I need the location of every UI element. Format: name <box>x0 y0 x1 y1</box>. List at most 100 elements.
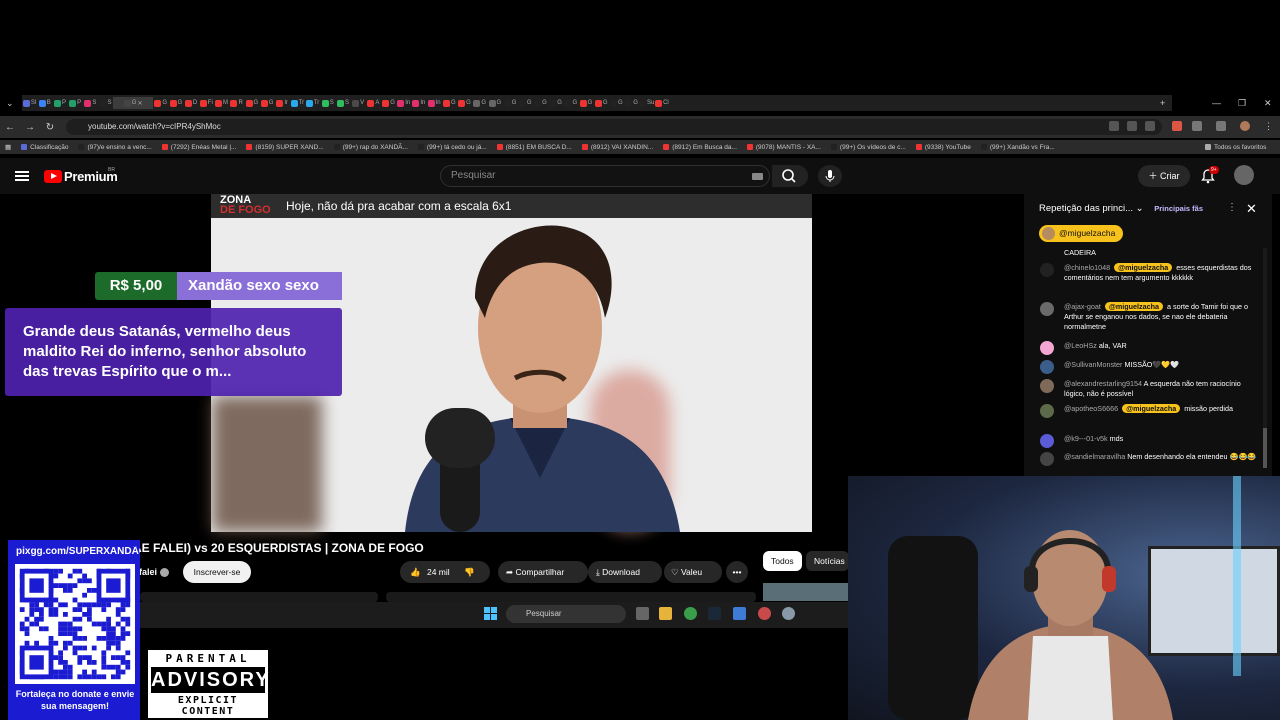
browser-tab[interactable]: V <box>351 97 366 109</box>
browser-tab[interactable]: S <box>83 97 98 109</box>
browser-tab[interactable]: Su <box>639 97 654 109</box>
bookmark-item[interactable]: (9338) YouTube <box>911 144 976 151</box>
forward-icon[interactable]: → <box>20 122 40 133</box>
chat-header[interactable]: Repetição das princi... ⌄ Principais fãs <box>1039 203 1203 214</box>
keyboard-icon[interactable] <box>752 173 763 180</box>
reload-icon[interactable]: ↻ <box>40 122 60 133</box>
chip-news[interactable]: Notícias <box>806 551 849 571</box>
bookmark-item[interactable]: (99+) rap do XANDÃ... <box>329 144 413 151</box>
browser-tab[interactable]: In <box>427 97 442 109</box>
chat-avatar[interactable] <box>1040 263 1054 277</box>
chat-username[interactable]: @chinelo1048 <box>1064 263 1112 272</box>
dislike-icon[interactable]: 👎 <box>464 567 475 577</box>
back-icon[interactable]: ← <box>0 122 20 133</box>
browser-tab[interactable]: G <box>533 97 548 109</box>
browser-tab[interactable]: S <box>335 97 350 109</box>
browser-tab[interactable]: Sl <box>22 97 37 109</box>
browser-tab[interactable]: Tr <box>305 97 320 109</box>
bookmark-star-icon[interactable] <box>1145 121 1155 131</box>
file-explorer-icon[interactable] <box>659 607 672 620</box>
windows-start-icon[interactable] <box>484 607 497 620</box>
browser-tab[interactable]: G <box>594 97 609 109</box>
maximize-icon[interactable]: ❐ <box>1238 95 1246 111</box>
extension-icon[interactable] <box>1172 121 1182 131</box>
chat-message[interactable]: @k9---01-v5k mds <box>1040 434 1262 448</box>
browser-tab[interactable]: Fi <box>199 97 214 109</box>
chat-mention-tag[interactable]: @miguelzacha <box>1104 302 1164 311</box>
chat-scrollbar[interactable] <box>1263 248 1267 468</box>
browser-tab[interactable]: G <box>548 97 563 109</box>
menu-icon[interactable]: ⋮ <box>1264 121 1274 131</box>
bookmark-item[interactable]: (99+) tá cedo ou já... <box>413 144 492 151</box>
sidebar-icon[interactable] <box>1216 121 1226 131</box>
bookmark-item[interactable]: (8851) EM BUSCA D... <box>492 144 577 151</box>
chat-more-icon[interactable]: ⋮ <box>1227 202 1237 213</box>
search-input[interactable]: Pesquisar <box>440 165 770 187</box>
chat-avatar[interactable] <box>1040 360 1054 374</box>
browser-tab[interactable]: In <box>411 97 426 109</box>
settings-gear-icon[interactable] <box>782 607 795 620</box>
browser-tab[interactable]: G <box>578 97 593 109</box>
thanks-button[interactable]: ♡ Valeu <box>664 561 722 583</box>
browser-tab[interactable]: G <box>259 97 274 109</box>
like-icon[interactable]: 👍 <box>410 567 421 577</box>
browser-tab[interactable]: D <box>184 97 199 109</box>
chat-username[interactable]: @apotheoS6666 <box>1064 404 1120 413</box>
download-button[interactable]: ⤓ Download <box>588 561 662 583</box>
browser-tab[interactable]: Cl <box>654 97 669 109</box>
browser-tab[interactable]: P <box>68 97 83 109</box>
chat-mention-tag[interactable]: @miguelzacha <box>1114 263 1173 272</box>
close-window-icon[interactable]: ✕ <box>1264 95 1272 111</box>
bookmark-item[interactable]: Classificação <box>16 144 73 151</box>
chip-all[interactable]: Todos <box>763 551 802 571</box>
browser-tab[interactable]: A <box>366 97 381 109</box>
bookmark-item[interactable]: (9078) MANTIS - XA... <box>742 144 826 151</box>
browser-tab[interactable]: In <box>396 97 411 109</box>
browser-tab[interactable]: G <box>518 97 533 109</box>
browser-tab[interactable]: Tr <box>290 97 305 109</box>
subscribe-button[interactable]: Inscrever-se <box>183 561 251 583</box>
related-video-thumbnail[interactable] <box>763 583 848 601</box>
apps-grid-icon[interactable]: ▦ <box>0 143 16 151</box>
menu-hamburger-icon[interactable] <box>15 171 29 181</box>
chat-message[interactable]: @sandielmaravilha Nem desenhando ela ent… <box>1040 452 1262 466</box>
tab-search-icon[interactable]: ⌄ <box>6 95 14 111</box>
browser-tab[interactable]: G <box>502 97 517 109</box>
voice-search-button[interactable] <box>818 165 842 187</box>
chat-message[interactable]: @ajax-goat @miguelzacha a sorte do Tamir… <box>1040 302 1262 332</box>
browser-tab[interactable]: G <box>244 97 259 109</box>
chat-username[interactable]: @sandielmaravilha <box>1064 452 1127 461</box>
bookmark-item[interactable]: (7292) Enéas Metal |... <box>157 144 242 151</box>
browser-tab[interactable]: G <box>153 97 168 109</box>
install-icon[interactable] <box>1109 121 1119 131</box>
chat-avatar[interactable] <box>1040 404 1054 418</box>
chat-avatar[interactable] <box>1040 341 1054 355</box>
close-icon[interactable]: ✕ <box>1246 201 1257 217</box>
chat-mention-tag[interactable]: @miguelzacha <box>1122 404 1181 413</box>
comment-box[interactable] <box>386 592 756 602</box>
top-fans-badge[interactable]: Principais fãs <box>1154 204 1203 213</box>
close-tab-icon[interactable]: ✕ <box>137 100 142 107</box>
browser-tab[interactable]: S <box>320 97 335 109</box>
browser-tab[interactable]: B <box>37 97 52 109</box>
profile-icon[interactable] <box>1240 121 1250 131</box>
chat-message[interactable]: @SullivanMonster MISSÃO🖤💛🤍 <box>1040 360 1262 374</box>
browser-tab[interactable]: G <box>609 97 624 109</box>
store-icon[interactable] <box>733 607 746 620</box>
bookmark-item[interactable]: (8912) Em Busca da... <box>658 144 742 151</box>
browser-tab[interactable]: G <box>624 97 639 109</box>
browser-tab[interactable]: M <box>214 97 229 109</box>
like-count[interactable]: 24 mil <box>427 567 450 577</box>
all-bookmarks[interactable]: Todos os favoritos <box>1200 143 1272 151</box>
chat-username[interactable]: @k9---01-v5k <box>1064 434 1110 443</box>
browser-tab[interactable]: G ✕ <box>113 97 154 109</box>
chat-username[interactable]: @alexandrestarling9154 <box>1064 379 1144 388</box>
browser-tab[interactable]: G <box>168 97 183 109</box>
chat-username[interactable]: @ajax-goat <box>1064 302 1103 311</box>
bookmark-item[interactable]: (97)/e ensino a venc... <box>73 144 156 151</box>
bookmark-item[interactable]: (8159) SUPER XAND... <box>241 144 328 151</box>
browser-tab[interactable]: G <box>381 97 396 109</box>
share-button[interactable]: ➦ Compartilhar <box>498 561 588 583</box>
youtube-logo[interactable] <box>44 170 62 183</box>
chat-avatar[interactable] <box>1040 434 1054 448</box>
